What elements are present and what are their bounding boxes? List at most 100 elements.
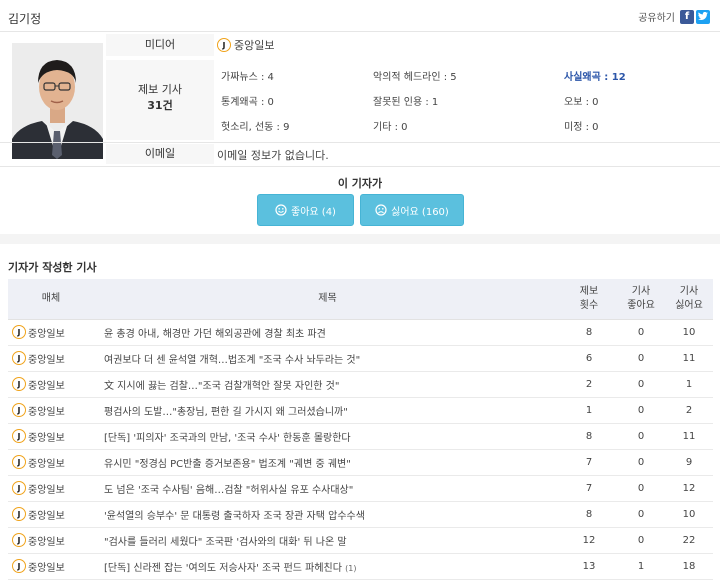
row-likes: 0 [617,397,665,424]
row-likes: 0 [617,527,665,554]
row-media[interactable]: J 중앙일보 [8,319,94,346]
stat-statistic-distortion: 통계왜곡 : 0 [221,97,274,108]
table-row[interactable]: J 중앙일보 윤 총경 아내, 해경만 가던 해외공관에 경찰 최초 파견 8 0 10 [8,319,713,346]
header-dislikes: 기사 싫어요 [665,279,713,320]
joongang-logo-icon: J [12,325,26,339]
media-value[interactable]: J 중앙일보 [217,37,274,53]
row-title[interactable]: 文 지시에 끓는 검찰…"조국 검찰개혁안 잘못 자인한 것" [94,371,561,398]
row-dislikes: 1 [665,371,713,398]
table-row[interactable]: J 중앙일보 유시민 "정경심 PC반출 증거보존용" 법조계 "궤변 중 궤변" … [8,449,713,476]
joongang-logo-icon: J [12,533,26,547]
joongang-logo-icon: J [12,481,26,495]
media-label: 미디어 [106,34,214,56]
dislike-label: 싫어요 (160) [391,206,449,218]
dislike-button[interactable]: 싫어요 (160) [360,194,464,226]
row-title-link[interactable]: 윤 총경 아내, 해경만 가던 해외공관에 경찰 최초 파견 [104,329,326,340]
row-title[interactable]: 유시민 "정경심 PC반출 증거보존용" 법조계 "궤변 중 궤변" [94,449,561,476]
row-dislikes: 12 [665,475,713,502]
stat-undetermined: 미정 : 0 [564,122,599,133]
vote-title: 이 기자가 [337,177,383,190]
row-title-link[interactable]: 文 지시에 끓는 검찰…"조국 검찰개혁안 잘못 자인한 것" [104,381,339,392]
row-dislikes: 2 [665,397,713,424]
row-dislikes: 11 [665,423,713,450]
row-media[interactable]: J 중앙일보 [8,449,94,476]
row-media[interactable]: J 중앙일보 [8,371,94,398]
row-comment-count: (1) [345,563,357,573]
table-row[interactable]: J 중앙일보 평검사의 도발…"총장님, 편한 길 가시지 왜 그러셨습니까" 10… [8,397,713,424]
row-media-name: 중앙일보 [28,380,65,392]
header-likes: 기사 좋아요 [617,279,665,320]
table-row[interactable]: J 중앙일보 文 지시에 끓는 검찰…"조국 검찰개혁안 잘못 자인한 것" 201 [8,371,713,398]
row-media[interactable]: J 중앙일보 [8,423,94,450]
stat-wrong-quote: 잘못된 인용 : 1 [373,97,439,108]
row-likes: 1 [617,553,665,580]
row-reports: 1 [561,397,617,424]
header-title: 제목 [94,279,561,320]
table-row[interactable]: J 중앙일보 "검사를 들러리 세웠다" 조국판 '검사와의 대화' 뒤 나온 말 … [8,527,713,554]
row-title[interactable]: [단독] 신라젠 잡는 '여의도 저승사자' 조국 펀드 파헤친다 (1) [94,553,561,580]
stat-malicious-headline: 악의적 헤드라인 : 5 [373,72,457,83]
row-likes: 0 [617,345,665,372]
header-reports-line1: 제보 [579,285,599,297]
row-reports: 13 [561,553,617,580]
header-reports-line2: 횟수 [579,299,599,311]
reporter-name: 김기정 [8,12,42,26]
email-value: 이메일 정보가 없습니다. [217,149,329,162]
row-reports: 7 [561,449,617,476]
joongang-logo-icon: J [12,351,26,365]
row-media[interactable]: J 중앙일보 [8,501,94,528]
row-title[interactable]: 평검사의 도발…"총장님, 편한 길 가시지 왜 그러셨습니까" [94,397,561,424]
row-dislikes: 10 [665,501,713,528]
table-row[interactable]: J 중앙일보 '윤석열의 승부수' 문 대통령 출국하자 조국 장관 자택 압수수색… [8,501,713,528]
row-title[interactable]: "검사를 들러리 세웠다" 조국판 '검사와의 대화' 뒤 나온 말 [94,527,561,554]
row-likes: 0 [617,423,665,450]
row-media[interactable]: J 중앙일보 [8,553,94,580]
row-dislikes: 9 [665,449,713,476]
row-media-name: 중앙일보 [28,510,65,522]
row-title-link[interactable]: "검사를 들러리 세웠다" 조국판 '검사와의 대화' 뒤 나온 말 [104,537,347,548]
joongang-logo-icon: J [12,455,26,469]
row-reports: 8 [561,319,617,346]
smile-icon [275,204,287,216]
facebook-icon[interactable]: f [680,9,694,24]
stat-misreport: 오보 : 0 [564,97,599,108]
articles-section-title: 기자가 작성한 기사 [8,261,97,274]
table-row[interactable]: J 중앙일보 [단독] '피의자' 조국과의 만남, '조국 수사' 한동훈 몰랑한… [8,423,713,450]
row-media[interactable]: J 중앙일보 [8,397,94,424]
table-row[interactable]: J 중앙일보 여권보다 더 센 윤석열 개혁…법조계 "조국 수사 놔두라는 것" … [8,345,713,372]
table-row[interactable]: J 중앙일보 [단독] 신라젠 잡는 '여의도 저승사자' 조국 펀드 파헤친다 (… [8,553,713,580]
row-title-link[interactable]: 평검사의 도발…"총장님, 편한 길 가시지 왜 그러셨습니까" [104,407,348,418]
row-reports: 7 [561,475,617,502]
row-title[interactable]: 여권보다 더 센 윤석열 개혁…법조계 "조국 수사 놔두라는 것" [94,345,561,372]
row-title-link[interactable]: 유시민 "정경심 PC반출 증거보존용" 법조계 "궤변 중 궤변" [104,459,351,470]
row-title-link[interactable]: 도 넘은 '조국 수사팀' 음해…검찰 "허위사실 유포 수사대상" [104,485,353,496]
row-reports: 12 [561,527,617,554]
header-dislikes-line2: 싫어요 [675,299,703,311]
row-media-name: 중앙일보 [28,484,65,496]
row-title-link[interactable]: [단독] '피의자' 조국과의 만남, '조국 수사' 한동훈 몰랑한다 [104,433,351,444]
reporter-profile-card: 김기정 공유하기 f 미디어 J 중앙일보 제보 기사 31건 가짜뉴스: 4… [0,0,720,234]
row-title[interactable]: 윤 총경 아내, 해경만 가던 해외공관에 경찰 최초 파견 [94,319,561,346]
row-media-name: 중앙일보 [28,458,65,470]
row-likes: 0 [617,501,665,528]
row-title-link[interactable]: 여권보다 더 센 윤석열 개혁…법조계 "조국 수사 놔두라는 것" [104,355,360,366]
joongang-logo-icon: J [12,429,26,443]
header-dislikes-line1: 기사 [679,285,699,297]
row-media[interactable]: J 중앙일보 [8,527,94,554]
row-title-link[interactable]: [단독] 신라젠 잡는 '여의도 저승사자' 조국 펀드 파헤친다 [104,563,342,574]
like-button[interactable]: 좋아요 (4) [257,194,354,226]
row-title[interactable]: 도 넘은 '조국 수사팀' 음해…검찰 "허위사실 유포 수사대상" [94,475,561,502]
row-dislikes: 22 [665,527,713,554]
joongang-logo-icon: J [12,403,26,417]
row-reports: 8 [561,423,617,450]
table-row[interactable]: J 중앙일보 도 넘은 '조국 수사팀' 음해…검찰 "허위사실 유포 수사대상" … [8,475,713,502]
joongang-logo-icon: J [12,377,26,391]
row-media[interactable]: J 중앙일보 [8,475,94,502]
twitter-icon[interactable] [696,9,710,24]
row-title-link[interactable]: '윤석열의 승부수' 문 대통령 출국하자 조국 장관 자택 압수수색 [104,511,365,522]
header-reports: 제보 횟수 [561,279,617,320]
row-title[interactable]: [단독] '피의자' 조국과의 만남, '조국 수사' 한동훈 몰랑한다 [94,423,561,450]
row-media[interactable]: J 중앙일보 [8,345,94,372]
row-title[interactable]: '윤석열의 승부수' 문 대통령 출국하자 조국 장관 자택 압수수색 [94,501,561,528]
row-media-name: 중앙일보 [28,328,65,340]
